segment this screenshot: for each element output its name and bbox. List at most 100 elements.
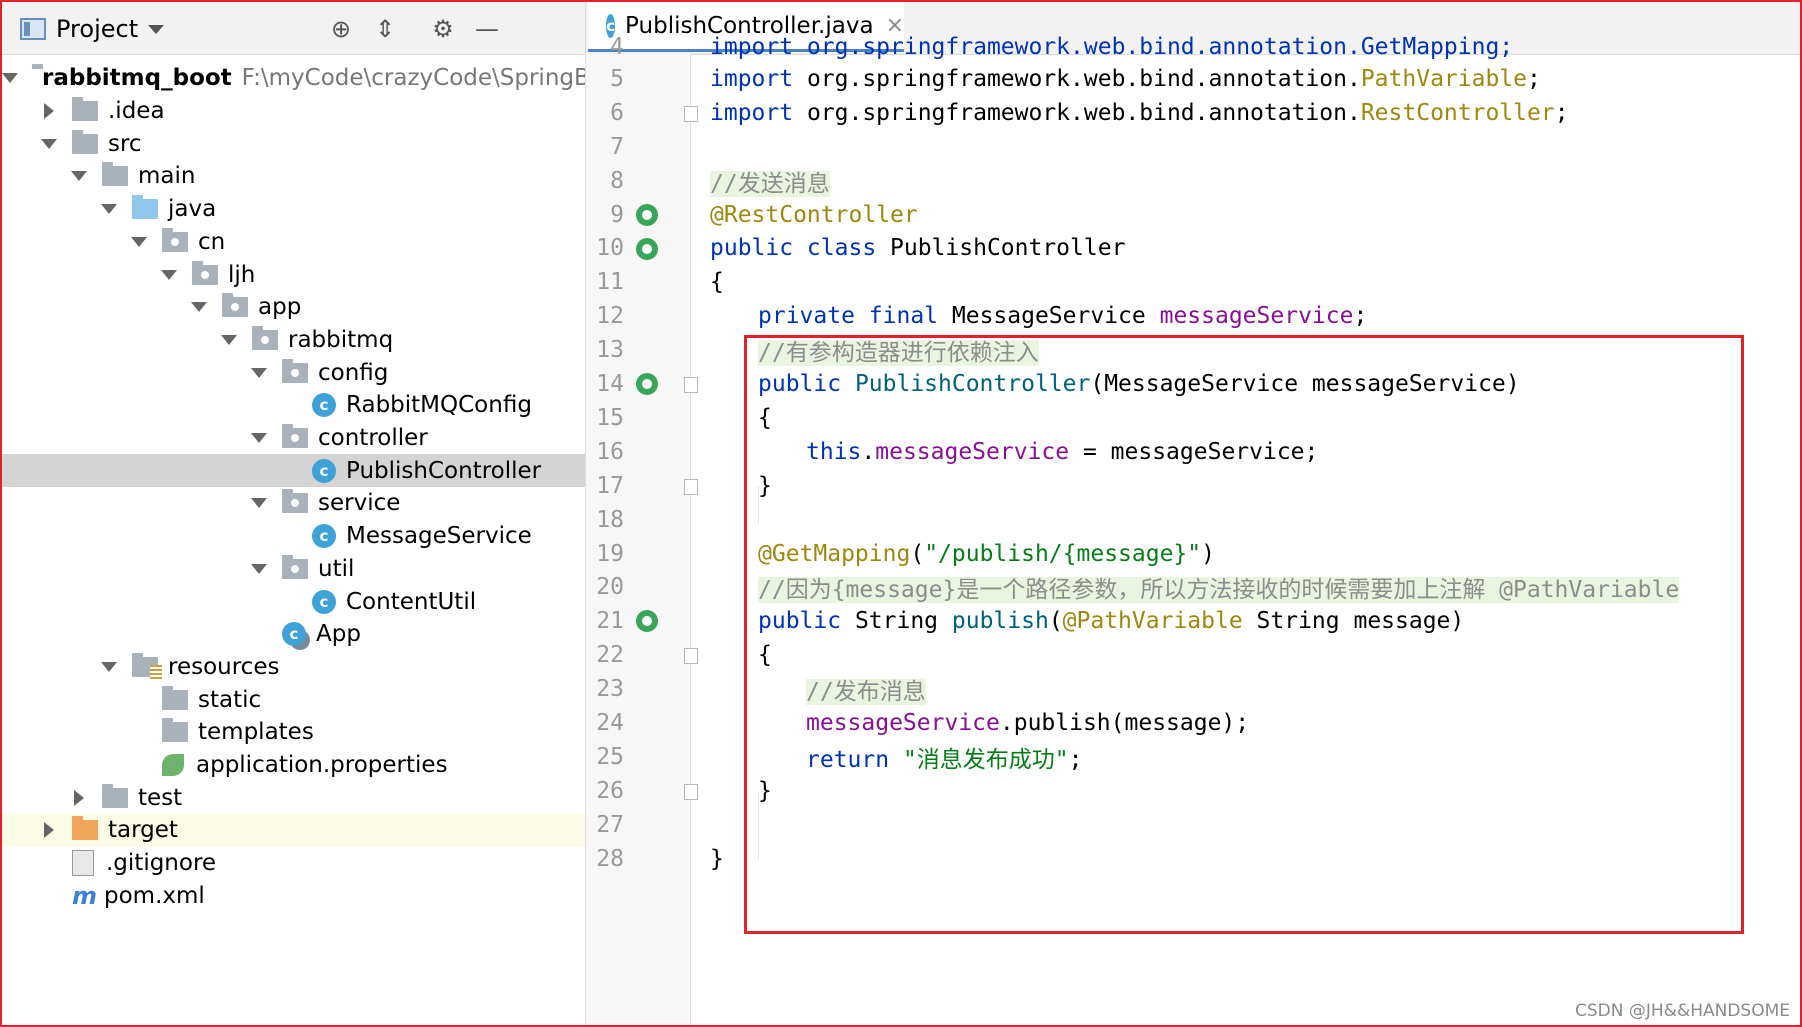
tree-item-label: service [318,490,401,517]
code-text: { [758,404,772,431]
chevron-down-icon[interactable] [250,494,268,512]
tree-item[interactable]: cn [2,226,585,259]
line-number: 28 [596,845,624,872]
locate-icon[interactable]: ⊕ [326,14,356,44]
code-line: 7 [586,130,1800,164]
tree-item[interactable]: ljh [2,258,585,291]
project-window-icon [20,18,46,40]
package-icon [252,325,278,350]
tree-item[interactable]: app [2,291,585,324]
project-title: Project [56,15,139,43]
tree-item[interactable]: m pom.xml [2,880,585,913]
line-number: 16 [596,438,624,465]
tree-item[interactable]: c ContentUtil [2,585,585,618]
chevron-down-icon[interactable] [250,429,268,447]
tree-item-label: .gitignore [106,850,217,877]
line-number: 12 [596,303,624,330]
code-line: 8 //发送消息 [586,164,1800,198]
fold-marker-icon[interactable] [684,377,698,394]
tree-item[interactable]: rabbitmq [2,324,585,357]
tree-item[interactable]: application.properties [2,749,585,782]
chevron-right-icon[interactable] [40,102,58,120]
code-text: //发送消息 [710,170,830,197]
project-view-selector[interactable]: Project [20,15,165,43]
chevron-down-icon[interactable] [148,24,165,34]
chevron-down-icon[interactable] [220,331,238,349]
spring-boot-app-icon: c [282,622,306,647]
folder-icon [162,718,188,743]
tree-item[interactable]: src [2,127,585,160]
hide-panel-icon[interactable]: — [472,14,502,44]
fold-marker-icon[interactable] [684,105,698,122]
tree-item-label: main [138,163,196,190]
chevron-down-icon[interactable] [2,69,18,87]
chevron-down-icon[interactable] [250,560,268,578]
tree-item[interactable]: test [2,781,585,814]
collapse-all-icon[interactable]: ⇕ [370,14,400,44]
fold-marker-icon[interactable] [684,783,698,800]
spring-bean-icon[interactable] [636,237,658,260]
code-line: 28} [586,842,1800,876]
chevron-down-icon[interactable] [250,364,268,382]
code-line: 11 { [586,265,1800,299]
tree-item[interactable]: util [2,553,585,586]
tree-item-label: resources [168,653,280,680]
tree-item[interactable]: .idea [2,95,585,128]
code-line: 20 //因为{message}是一个路径参数，所以方法接收的时候需要加上注解 @… [586,571,1800,605]
tree-item[interactable]: controller [2,422,585,455]
line-number: 17 [596,472,624,499]
java-class-icon: c [312,524,336,549]
chevron-down-icon[interactable] [70,167,88,185]
chevron-down-icon[interactable] [190,298,208,316]
tree-item-label: config [318,359,389,386]
code-text: { [710,269,724,296]
code-line: 18 [586,503,1800,537]
line-number: 13 [596,337,624,364]
line-number: 11 [596,269,624,296]
tree-item[interactable]: .gitignore [2,847,585,880]
tree-item[interactable]: main [2,160,585,193]
chevron-down-icon[interactable] [100,200,118,218]
tree-item[interactable]: static [2,683,585,716]
tree-item[interactable]: c PublishController [2,454,585,488]
code-line: 14 public PublishController(MessageServic… [586,367,1800,401]
gear-icon[interactable]: ⚙ [428,14,458,44]
line-number: 6 [610,99,624,126]
fold-marker-icon[interactable] [684,648,698,665]
tree-item[interactable]: c MessageService [2,520,585,553]
tree-item[interactable]: templates [2,716,585,749]
code-area[interactable]: 4 import org.springframework.web.bind.an… [586,34,1800,1025]
source-folder-icon [132,195,158,220]
fold-marker-icon[interactable] [684,478,698,495]
chevron-down-icon[interactable] [130,233,148,251]
chevron-down-icon[interactable] [40,135,58,153]
line-number: 15 [596,404,624,431]
tree-item[interactable]: c RabbitMQConfig [2,389,585,422]
chevron-right-icon[interactable] [70,789,88,807]
tree-item[interactable]: rabbitmq_boot F:\myCode\crazyCode\SpringB… [2,62,585,95]
line-number: 8 [610,167,624,194]
tree-item[interactable]: resources [2,651,585,684]
chevron-down-icon[interactable] [160,266,178,284]
java-class-icon: c [312,393,336,418]
code-line: 26} [586,774,1800,808]
chevron-down-icon[interactable] [100,658,118,676]
code-text: @RestController [710,201,918,228]
tree-item[interactable]: java [2,193,585,226]
package-icon [162,227,188,252]
package-icon [282,358,308,383]
code-text: public PublishController(MessageService … [758,371,1520,398]
gitignore-file-icon [72,850,94,877]
tree-item[interactable]: c App [2,618,585,651]
line-number: 18 [596,506,624,533]
tree-item-label: java [168,196,217,223]
tree-item[interactable]: config [2,356,585,389]
web-endpoint-icon[interactable] [636,610,658,633]
tree-item[interactable]: service [2,487,585,520]
spring-bean-icon[interactable] [636,203,658,226]
package-icon [192,260,218,285]
package-icon [282,489,308,514]
spring-bean-icon[interactable] [636,373,658,396]
chevron-right-icon[interactable] [40,821,58,839]
tree-item[interactable]: target [2,814,585,847]
